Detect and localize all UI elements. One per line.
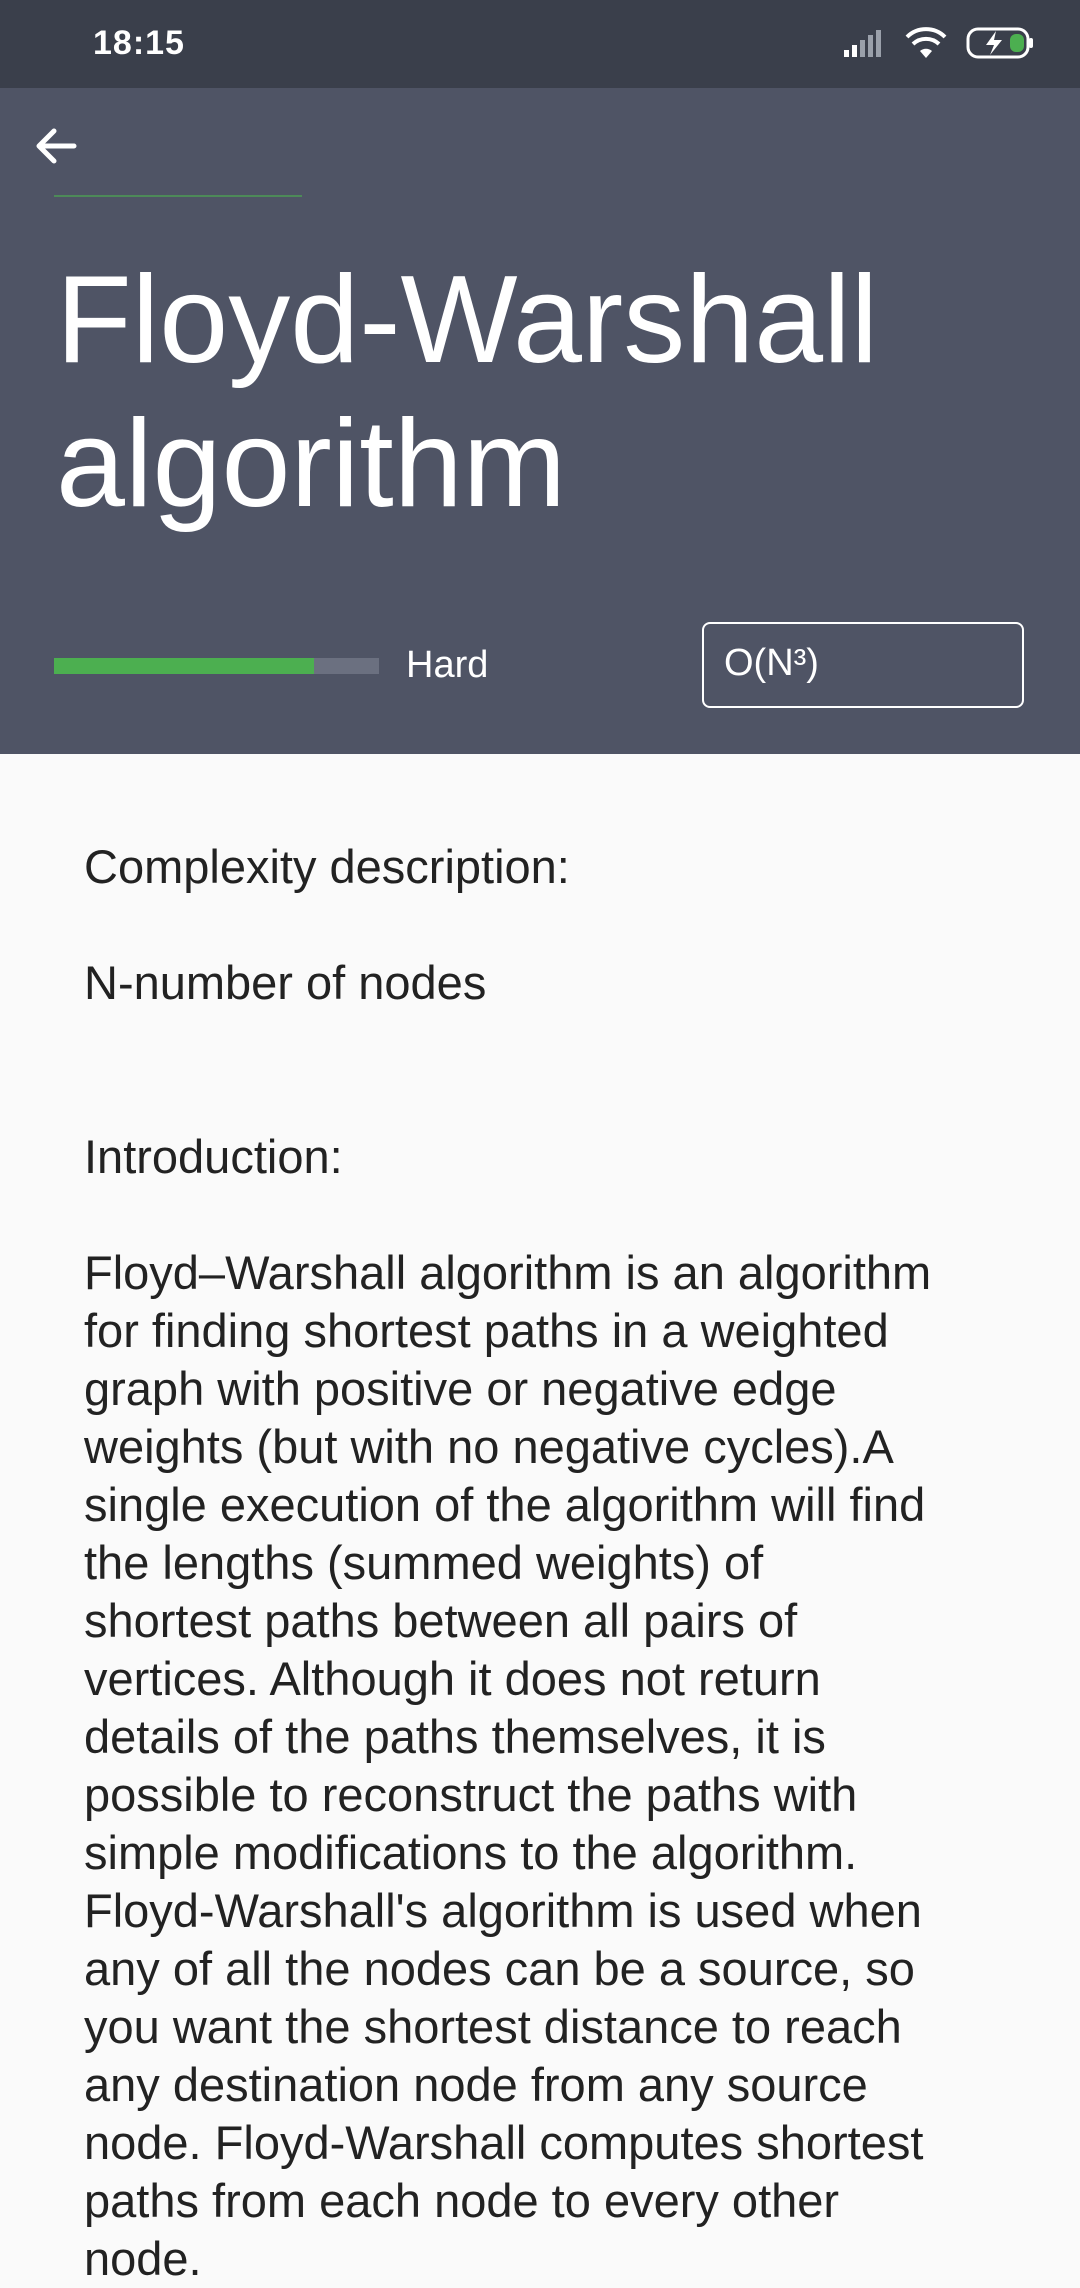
difficulty-bar-fill	[54, 658, 314, 674]
intro-line: node.	[84, 2232, 202, 2285]
intro-line: vertices. Although it does not return	[84, 1652, 821, 1705]
header-divider	[54, 195, 302, 197]
status-bar: 18:15	[0, 0, 1080, 88]
title-line-2: algorithm	[56, 395, 566, 533]
status-time: 18:15	[93, 24, 185, 62]
complexity-heading: Complexity description:	[84, 840, 570, 893]
intro-text: Floyd–Warshall algorithm is an algorithm…	[84, 1244, 1014, 2288]
intro-line: any destination node from any source	[84, 2058, 868, 2111]
signal-icon	[842, 28, 886, 63]
intro-line: the lengths (summed weights) of	[84, 1536, 764, 1589]
intro-line: weights (but with no negative cycles).A	[84, 1420, 894, 1473]
intro-line: any of all the nodes can be a source, so	[84, 1942, 915, 1995]
intro-line: for finding shortest paths in a weighted	[84, 1304, 889, 1357]
arrow-left-icon	[32, 122, 80, 175]
intro-line: you want the shortest distance to reach	[84, 2000, 902, 2053]
intro-line: simple modifications to the algorithm.	[84, 1826, 858, 1879]
wifi-icon	[904, 26, 948, 65]
intro-line: possible to reconstruct the paths with	[84, 1768, 858, 1821]
complexity-badge: O(N³)	[702, 622, 1024, 708]
intro-line: details of the paths themselves, it is	[84, 1710, 826, 1763]
intro-line: Floyd-Warshall's algorithm is used when	[84, 1884, 922, 1937]
back-button[interactable]	[28, 120, 84, 176]
intro-line: Floyd–Warshall algorithm is an algorithm	[84, 1246, 932, 1299]
intro-line: single execution of the algorithm will f…	[84, 1478, 926, 1531]
topic-header: Floyd-Warshall algorithm Hard O(N³)	[0, 88, 1080, 754]
complexity-text: N-number of nodes	[84, 956, 487, 1009]
status-icons	[842, 26, 1036, 65]
intro-line: paths from each node to every other	[84, 2174, 840, 2227]
difficulty-label: Hard	[406, 644, 489, 686]
page-title: Floyd-Warshall algorithm	[56, 248, 1036, 536]
battery-charging-icon	[966, 26, 1036, 65]
difficulty-bar	[54, 658, 379, 674]
intro-line: node. Floyd-Warshall computes shortest	[84, 2116, 924, 2169]
intro-line: graph with positive or negative edge	[84, 1362, 837, 1415]
title-line-1: Floyd-Warshall	[56, 251, 879, 389]
intro-heading: Introduction:	[84, 1130, 343, 1183]
intro-line: shortest paths between all pairs of	[84, 1594, 798, 1647]
